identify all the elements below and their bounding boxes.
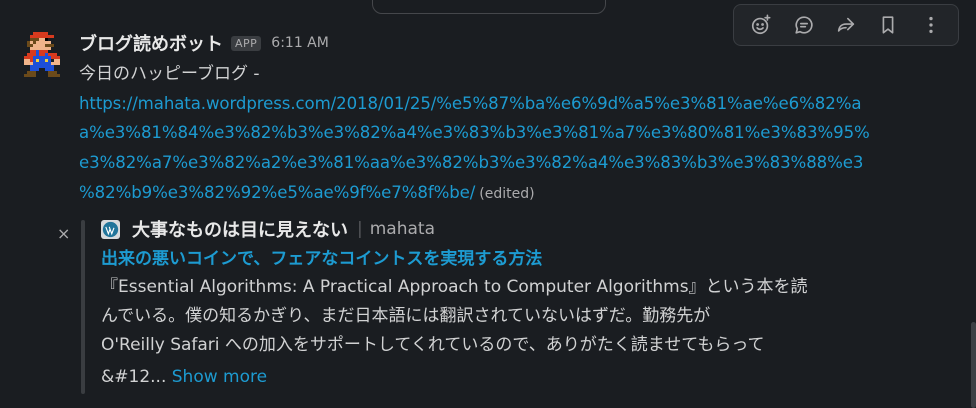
message-link-line[interactable]: https://mahata.wordpress.com/2018/01/25/… xyxy=(79,94,862,113)
close-attachment-icon[interactable]: × xyxy=(57,224,70,243)
wordpress-icon xyxy=(101,219,120,239)
reply-in-thread-icon[interactable] xyxy=(788,9,820,41)
attachment-body-line: 『Essential Algorithms: A Practical Appro… xyxy=(101,277,808,297)
message-link-line[interactable]: a%e3%81%84%e3%82%b3%e3%82%a4%e3%83%b3%e3… xyxy=(79,123,870,142)
attachment-border xyxy=(81,220,85,394)
attachment-body-line: んでいる。僕の知るかぎり、まだ日本語には翻訳されていないはずだ。勤務先が xyxy=(101,306,711,326)
attachment-author: mahata xyxy=(369,219,435,239)
message-actions-toolbar xyxy=(733,4,959,46)
add-reaction-icon[interactable] xyxy=(745,9,777,41)
attachment-header: 大事なものは目に見えない | mahata xyxy=(101,216,435,242)
attachment-title-link[interactable]: 出来の悪いコインで、フェアなコイントスを実現する方法 xyxy=(101,244,542,269)
message-header: ブログ読めボット APP 6:11 AM xyxy=(79,30,329,56)
bot-name[interactable]: ブログ読めボット xyxy=(79,30,223,56)
message-text: 今日のハッピーブログ - xyxy=(79,64,260,84)
edited-label: (edited) xyxy=(479,186,535,202)
message-link-line[interactable]: %82%b9%e3%82%92%e5%ae%9f%e7%8f%be/ xyxy=(79,183,475,202)
message-timestamp[interactable]: 6:11 AM xyxy=(271,35,329,51)
header-separator: | xyxy=(357,219,363,239)
more-actions-icon[interactable] xyxy=(915,9,947,41)
share-icon[interactable] xyxy=(830,9,862,41)
top-pill xyxy=(372,0,606,14)
show-more-link[interactable]: Show more xyxy=(172,367,267,387)
bot-avatar[interactable] xyxy=(24,32,60,82)
attachment-site-title[interactable]: 大事なものは目に見えない xyxy=(132,216,348,242)
attachment-body-line: O'Reilly Safari への加入をサポートしてくれているので、ありがたく… xyxy=(101,335,765,355)
attachment-body-line: &#12... xyxy=(101,367,167,387)
message-link-line[interactable]: e3%82%a7%e3%82%a2%e3%81%aa%e3%82%b3%e3%8… xyxy=(79,153,863,172)
bookmark-icon[interactable] xyxy=(872,9,904,41)
app-badge: APP xyxy=(231,35,262,51)
scrollbar[interactable] xyxy=(971,322,976,408)
